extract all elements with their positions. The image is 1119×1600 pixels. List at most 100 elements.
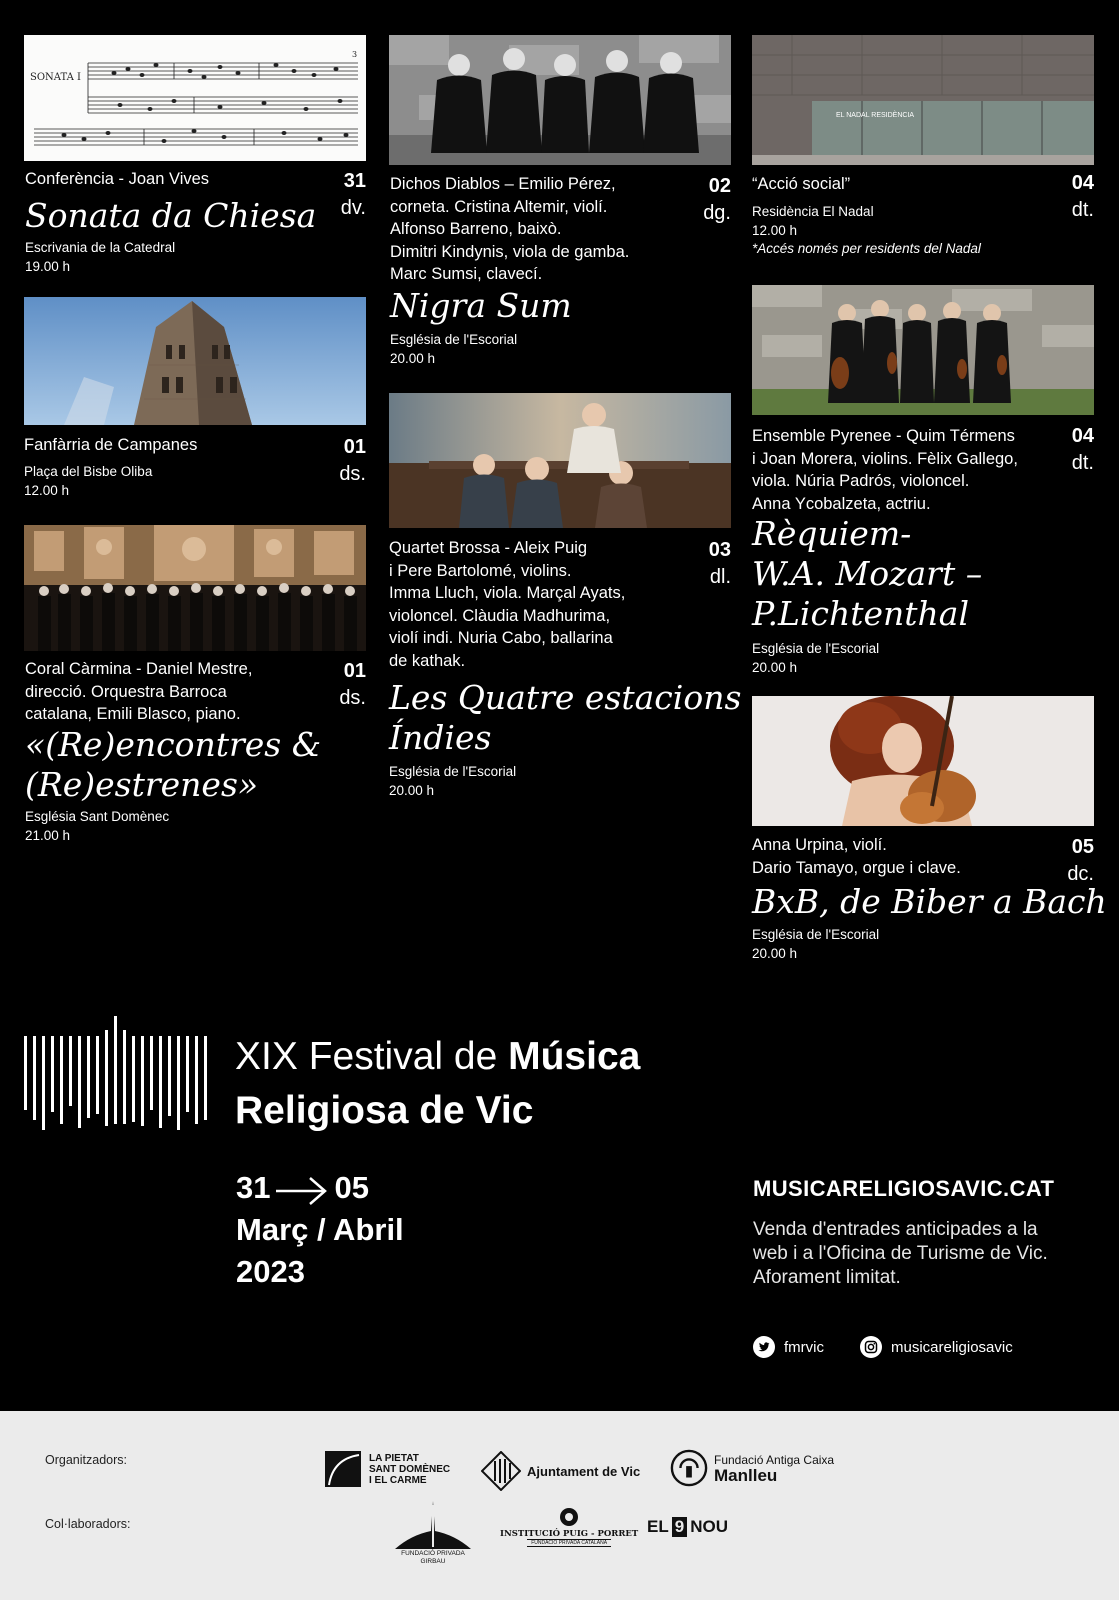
event-7-title: Rèquiem- W.A. Mozart – P.Lichtenthal	[752, 514, 982, 634]
puig-porret-line-2: FUNDACIÓ PRIVADA CATALANA	[527, 1539, 612, 1547]
residencia-el-nadal-image: EL NADAL RESIDÈNCIA	[752, 35, 1094, 165]
event-6-performer: “Acció social”	[752, 175, 851, 193]
event-3-performers: Coral Càrmina - Daniel Mestre, direcció.…	[25, 658, 252, 726]
event-3-date: 01 ds.	[318, 658, 366, 712]
event-1-place: Escrivania de la Catedral	[25, 240, 176, 255]
event-6-day: 04	[1071, 172, 1094, 194]
event-3-title-line-2: (Re)estrenes»	[25, 765, 259, 804]
event-4-weekday: dg.	[703, 202, 731, 224]
ajuntament-de-vic-logo: Ajuntament de Vic	[481, 1451, 640, 1491]
event-4-time: 20.00 h	[390, 350, 436, 366]
el9nou-nou: NOU	[690, 1517, 728, 1536]
fundacio-antiga-caixa-manlleu-logo: Fundació Antiga Caixa Manlleu	[670, 1449, 834, 1487]
fundacio-line-2: Manlleu	[714, 1465, 778, 1485]
event-8-venue: Església de l'Escorial 20.00 h	[752, 926, 879, 963]
event-3-title-line-1: «(Re)encontres &	[25, 725, 322, 764]
event-7-performers: Ensemble Pyrenee - Quim Térmens i Joan M…	[752, 425, 1018, 515]
event-4-line-4: Dimitri Kindynis, viola de gamba.	[390, 242, 630, 261]
event-1-date: 31 dv.	[318, 168, 366, 222]
event-4-line-2: corneta. Cristina Altemir, violí.	[390, 197, 608, 216]
event-7-day: 04	[1071, 425, 1094, 447]
festival-title-line-1a: XIX Festival de	[235, 1035, 509, 1078]
event-8-place: Església de l'Escorial	[752, 927, 880, 942]
event-8-performers: Anna Urpina, violí. Dario Tamayo, orgue …	[752, 834, 961, 879]
event-5-date: 03 dl.	[683, 537, 731, 591]
festival-website-link[interactable]: MUSICARELIGIOSAVIC.CAT	[753, 1176, 1054, 1202]
violinist-image	[752, 696, 1094, 826]
event-4-performers: Dichos Diablos – Emilio Pérez, corneta. …	[390, 173, 629, 286]
event-1-performer: Conferència - Joan Vives	[25, 170, 210, 188]
event-3-day: 01	[343, 660, 366, 682]
event-1-venue: Escrivania de la Catedral 19.00 h	[25, 239, 175, 276]
event-5-title: Les Quatre estacions Índies	[389, 678, 741, 758]
event-1-title: Sonata da Chiesa	[25, 196, 317, 235]
fundacio-line-1: Fundació Antiga Caixa	[714, 1452, 835, 1467]
event-1-time: 19.00 h	[25, 258, 71, 274]
girbau-line-2: GIRBAU	[420, 1558, 446, 1565]
event-1-weekday: dv.	[340, 197, 366, 219]
girbau-line-1: FUNDACIÓ PRIVADA	[401, 1550, 465, 1557]
festival-date-to: 05	[334, 1170, 369, 1205]
la-pietat-line-2: SANT DOMÈNEC	[369, 1463, 451, 1475]
event-2-day: 01	[343, 436, 366, 458]
event-6-time: 12.00 h	[752, 222, 798, 238]
fundacio-privada-girbau-logo: FUNDACIÓ PRIVADA GIRBAU	[395, 1501, 471, 1566]
twitter-link[interactable]: fmrvic	[753, 1336, 824, 1358]
event-6-note: *Accés només per residents del Nadal	[752, 241, 981, 256]
puig-porret-line-1: INSTITUCIÓ PUIG - PORRET	[500, 1529, 639, 1539]
ticket-info: Venda d'entrades anticipades a la web i …	[753, 1218, 1048, 1290]
event-6-venue: Residència El Nadal 12.00 h *Accés només…	[752, 203, 981, 259]
event-5-line-1: Quartet Brossa - Aleix Puig	[389, 539, 588, 557]
ticket-info-line-2: web i a l'Oficina de Turisme de Vic.	[753, 1243, 1048, 1264]
la-pietat-logo: LA PIETAT SANT DOMÈNEC I EL CARME	[325, 1451, 450, 1487]
sheet-music-image: SONATA I 3	[24, 35, 366, 161]
event-3-place: Església Sant Domènec	[25, 809, 170, 824]
instagram-icon	[860, 1336, 882, 1358]
event-3-line-1: Coral Càrmina - Daniel Mestre,	[25, 660, 253, 678]
event-7-line-2: i Joan Morera, violins. Fèlix Gallego,	[752, 449, 1018, 468]
event-7-title-line-2: W.A. Mozart –	[752, 554, 983, 593]
festival-title-line-2: Religiosa de Vic	[235, 1089, 534, 1132]
quartet-brossa-image	[389, 393, 731, 528]
event-7-title-line-3: P.Lichtenthal	[752, 594, 969, 633]
event-5-performers: Quartet Brossa - Aleix Puig i Pere Barto…	[389, 537, 625, 672]
festival-dates: 31 05 Març / Abril 2023	[236, 1167, 404, 1293]
event-3-time: 21.00 h	[25, 827, 71, 843]
event-2-performer: Fanfàrria de Campanes	[24, 436, 198, 454]
event-7-line-3: viola. Núria Padrós, violoncel.	[752, 472, 970, 490]
event-6-weekday: dt.	[1071, 199, 1094, 221]
event-4-place: Església de l'Escorial	[390, 332, 518, 347]
twitter-icon	[753, 1336, 775, 1358]
event-2-date: 01 ds.	[318, 434, 366, 488]
event-8-line-2: Dario Tamayo, orgue i clave.	[752, 858, 961, 877]
event-7-title-line-1: Rèquiem-	[752, 514, 912, 553]
event-5-time: 20.00 h	[389, 782, 435, 798]
event-6-place: Residència El Nadal	[752, 204, 874, 219]
event-7-venue: Església de l'Escorial 20.00 h	[752, 640, 879, 677]
instagram-link[interactable]: musicareligiosavic	[860, 1336, 1013, 1358]
event-8-day: 05	[1071, 836, 1094, 858]
event-3-title: «(Re)encontres & (Re)estrenes»	[25, 725, 321, 805]
bell-tower-image	[24, 297, 366, 425]
twitter-handle: fmrvic	[784, 1338, 824, 1356]
event-7-date: 04 dt.	[1046, 423, 1094, 477]
event-7-line-4: Anna Ycobalzeta, actriu.	[752, 494, 931, 513]
el9nou-el: EL	[647, 1517, 669, 1536]
event-2-place: Plaça del Bisbe Oliba	[24, 464, 153, 479]
event-4-line-1: Dichos Diablos – Emilio Pérez,	[390, 175, 616, 193]
event-4-date: 02 dg.	[683, 173, 731, 227]
event-3-weekday: ds.	[339, 687, 366, 709]
event-5-weekday: dl.	[709, 566, 731, 588]
arrow-right-icon	[276, 1175, 328, 1205]
event-3-line-3: catalana, Emili Blasco, piano.	[25, 705, 241, 723]
event-4-day: 02	[708, 175, 731, 197]
event-8-time: 20.00 h	[752, 945, 798, 961]
ajuntament-de-vic-text: Ajuntament de Vic	[527, 1463, 641, 1479]
residence-sign: EL NADAL RESIDÈNCIA	[836, 110, 914, 119]
event-7-weekday: dt.	[1071, 452, 1094, 474]
sponsors-footer: Organitzadors: Col·laboradors: LA PIETAT…	[0, 1411, 1119, 1600]
el9nou-number: 9	[671, 1517, 688, 1537]
event-5-place: Església de l'Escorial	[389, 764, 517, 779]
festival-title-line-1b: Música	[508, 1035, 641, 1078]
collaborators-label: Col·laboradors:	[45, 1517, 131, 1531]
